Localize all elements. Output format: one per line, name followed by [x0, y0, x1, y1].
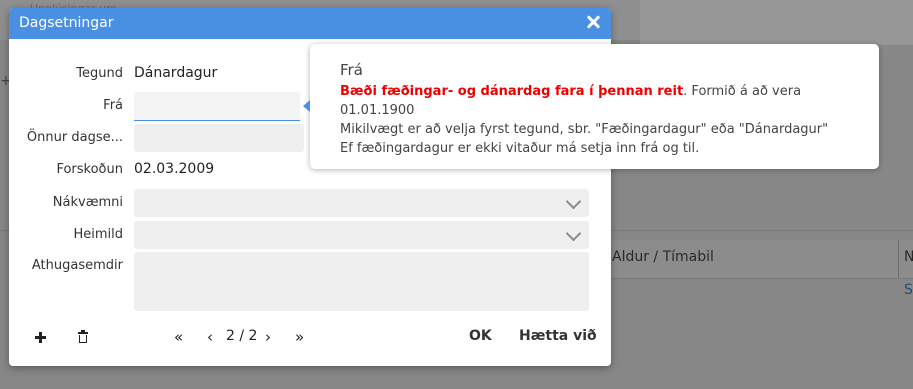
row-athugasemdir: Athugasemdir — [9, 252, 611, 312]
dialog-header: Dagsetningar — [9, 8, 611, 39]
dialog-footer: « ‹ 2 / 2 › » OK Hætta við — [9, 325, 611, 355]
tooltip-warning: Bæði fæðingar- og dánardag fara í þennan… — [340, 84, 684, 99]
forskodun-value: 02.03.2009 — [134, 161, 215, 177]
ok-button[interactable]: OK — [469, 328, 492, 344]
tegund-value[interactable]: Dánardagur — [134, 65, 217, 81]
nakvaemni-label: Nákvæmni — [52, 195, 123, 210]
last-page-icon[interactable]: » — [295, 328, 304, 346]
help-tooltip: Frá Bæði fæðingar- og dánardag fara í þe… — [303, 44, 879, 169]
trash-icon[interactable] — [75, 328, 95, 348]
onnur-dagsetning-input[interactable] — [134, 124, 304, 152]
close-icon[interactable] — [583, 12, 603, 32]
heimild-select[interactable] — [134, 221, 589, 249]
athugasemdir-textarea[interactable] — [134, 252, 589, 311]
onnur-dagsetning-label: Önnur dagse... — [26, 130, 123, 145]
chevron-down-icon — [565, 225, 582, 242]
fra-input[interactable] — [134, 92, 300, 121]
first-page-icon[interactable]: « — [174, 328, 183, 346]
fra-label: Frá — [103, 98, 123, 113]
background-column-aldur: Aldur / Tímabil — [612, 249, 714, 265]
row-nakvaemni: Nákvæmni — [9, 189, 611, 217]
nakvaemni-select[interactable] — [134, 189, 589, 217]
background-link-s: S — [904, 282, 913, 298]
athugasemdir-label: Athugasemdir — [31, 258, 123, 273]
tooltip-line3: Ef fæðingardagur er ekki vitaður má setj… — [340, 141, 700, 156]
cancel-button[interactable]: Hætta við — [519, 328, 597, 344]
tooltip-body: Bæði fæðingar- og dánardag fara í þennan… — [340, 82, 879, 158]
chevron-down-icon — [565, 193, 582, 210]
tooltip-arrow — [303, 100, 310, 112]
dialog-title: Dagsetningar — [19, 15, 114, 31]
add-icon[interactable] — [31, 328, 51, 348]
background-column-n: N — [904, 249, 913, 265]
tooltip-title: Frá — [340, 61, 363, 79]
forskodun-label: Forskoðun — [56, 162, 123, 177]
tegund-label: Tegund — [76, 66, 123, 81]
row-heimild: Heimild — [9, 221, 611, 249]
background-column-separator — [898, 240, 899, 278]
tooltip-line2: Mikilvægt er að velja fyrst tegund, sbr.… — [340, 122, 829, 137]
prev-page-icon[interactable]: ‹ — [207, 328, 213, 346]
background-top-right-panel — [640, 0, 913, 45]
heimild-label: Heimild — [73, 227, 123, 242]
pager-text: 2 / 2 — [226, 328, 258, 344]
next-page-icon[interactable]: › — [265, 328, 271, 346]
